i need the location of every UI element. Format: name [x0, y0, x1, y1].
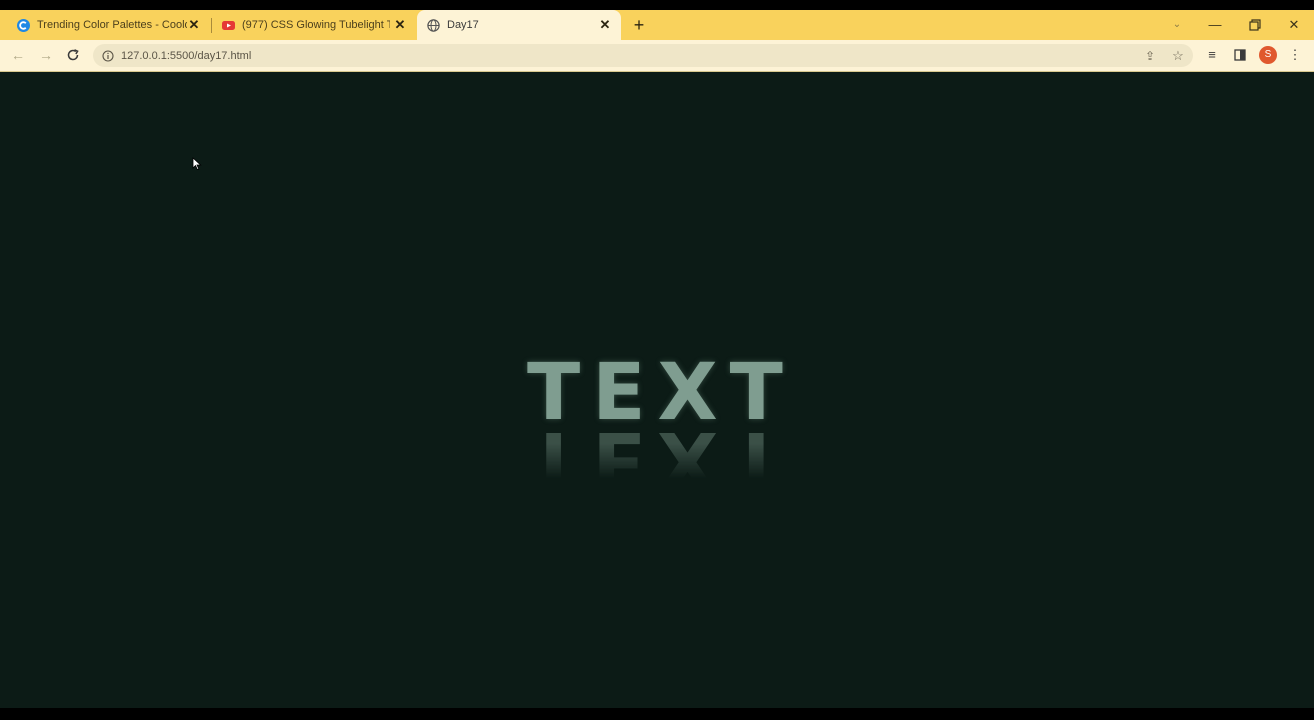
browser-toolbar: ← → 127.0.0.1:5500/day17.html ⇪ ☆ ≡ ⋮ — [0, 40, 1314, 72]
youtube-logo-icon — [222, 20, 235, 30]
mouse-cursor-icon — [192, 157, 202, 171]
menu-kebab-icon[interactable]: ⋮ — [1285, 45, 1305, 65]
new-tab-button[interactable]: + — [630, 16, 648, 34]
glowing-text-effect: TEXT TEXT — [527, 354, 795, 504]
side-panel-icon[interactable] — [1230, 45, 1250, 65]
reading-list-icon[interactable]: ≡ — [1202, 45, 1222, 65]
address-bar[interactable]: 127.0.0.1:5500/day17.html ⇪ ☆ — [93, 44, 1193, 67]
tab-youtube[interactable]: (977) CSS Glowing Tubelight Tex ✕ — [212, 10, 416, 40]
restore-icon[interactable] — [1242, 13, 1266, 37]
profile-avatar[interactable]: S — [1259, 46, 1277, 64]
back-icon[interactable]: ← — [7, 44, 29, 66]
close-tab-icon[interactable]: ✕ — [187, 18, 201, 32]
close-tab-icon[interactable]: ✕ — [598, 18, 612, 32]
site-info-icon[interactable] — [102, 49, 114, 62]
close-window-icon[interactable]: ✕ — [1282, 13, 1306, 37]
tab-title: Trending Color Palettes - Coolors — [37, 19, 187, 31]
close-tab-icon[interactable]: ✕ — [393, 18, 407, 32]
url-text: 127.0.0.1:5500/day17.html — [121, 49, 252, 62]
glowing-heading: TEXT — [527, 348, 795, 438]
screen: Trending Color Palettes - Coolors ✕ (977… — [0, 0, 1314, 720]
bookmark-star-icon[interactable]: ☆ — [1169, 47, 1187, 65]
share-icon[interactable]: ⇪ — [1141, 47, 1159, 65]
tab-strip: Trending Color Palettes - Coolors ✕ (977… — [0, 10, 1314, 40]
coolors-logo-icon — [17, 18, 30, 32]
bottom-edge — [0, 708, 1314, 720]
forward-icon[interactable]: → — [35, 44, 57, 66]
tab-day17[interactable]: Day17 ✕ — [417, 10, 621, 40]
tab-coolors[interactable]: Trending Color Palettes - Coolors ✕ — [0, 10, 210, 40]
minimize-icon[interactable]: — — [1203, 13, 1227, 37]
globe-icon — [427, 18, 440, 32]
tab-search-chevron-icon[interactable]: ⌄ — [1165, 13, 1189, 37]
tab-title: (977) CSS Glowing Tubelight Tex — [242, 19, 390, 31]
tab-title: Day17 — [447, 19, 479, 31]
reload-icon[interactable] — [62, 44, 84, 66]
